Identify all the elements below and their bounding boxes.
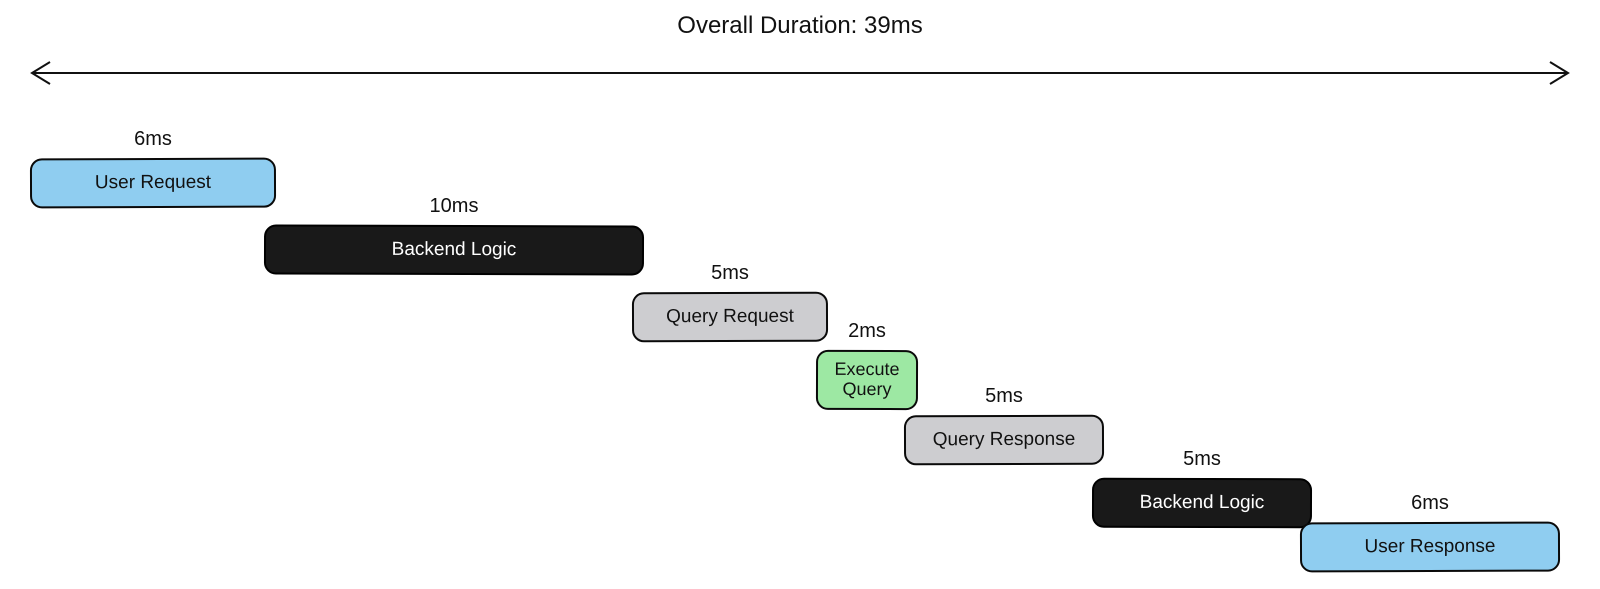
span-backend-logic-2: Backend Logic — [1092, 478, 1312, 529]
span-user-response: User Response — [1300, 522, 1560, 573]
span-duration-label: 5ms — [632, 262, 828, 285]
span-duration-label: 6ms — [1300, 492, 1560, 515]
span-label: Query Request — [666, 306, 794, 327]
timeline-arrow — [20, 58, 1580, 93]
span-label: User Response — [1364, 536, 1495, 557]
double-arrow-icon — [20, 58, 1580, 88]
span-label: Query Response — [933, 429, 1076, 450]
span-label: Backend Logic — [1140, 492, 1265, 513]
span-duration-label: 2ms — [816, 320, 918, 343]
span-label: Execute Query — [824, 360, 910, 400]
span-duration-label: 6ms — [30, 128, 276, 151]
span-duration-label: 5ms — [1092, 448, 1312, 471]
span-label: Backend Logic — [392, 239, 517, 260]
span-label: User Request — [95, 172, 211, 193]
diagram-title: Overall Duration: 39ms — [0, 12, 1600, 40]
span-duration-label: 5ms — [904, 385, 1104, 408]
span-user-request: User Request — [30, 158, 276, 209]
span-duration-label: 10ms — [264, 195, 644, 218]
span-backend-logic-1: Backend Logic — [264, 225, 644, 276]
span-query-response: Query Response — [904, 415, 1104, 466]
span-query-request: Query Request — [632, 292, 828, 343]
span-execute-query: Execute Query — [816, 350, 918, 410]
